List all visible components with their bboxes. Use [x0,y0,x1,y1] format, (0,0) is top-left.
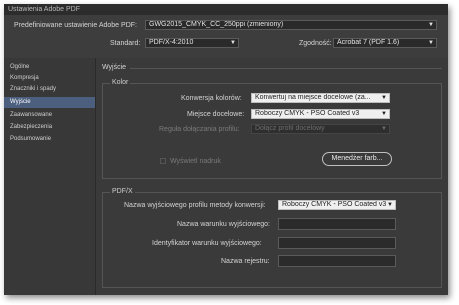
condition-name-label: Nazwa warunku wyjściowego: [177,221,270,228]
sidebar-item-summary[interactable]: Podsumowanie [4,134,95,145]
sidebar-item-security[interactable]: Zabezpieczenia [4,122,95,133]
output-panel: Wyjście Kolor Konwersja kolorów: Konwert… [96,58,448,295]
window-title: Ustawienia Adobe PDF [4,4,448,15]
pdf-settings-dialog: Ustawienia Adobe PDF Predefiniowane usta… [4,4,448,295]
chevron-down-icon: ▼ [428,40,434,46]
compat-value: Acrobat 7 (PDF 1.6) [337,39,400,46]
output-intent-label: Nazwa wyjściowego profilu metody konwers… [124,202,266,209]
standard-label: Standard: [110,40,141,47]
preset-header: Predefiniowane ustawienie Adobe PDF: GWG… [4,15,448,58]
chevron-down-icon: ▼ [381,111,387,117]
standard-value: PDF/X-4:2010 [149,39,194,46]
sidebar-item-advanced[interactable]: Zaawansowane [4,110,95,121]
registry-field[interactable] [278,255,396,267]
profile-policy-select[interactable]: Dołącz profil docelowy ▼ [251,124,390,134]
section-title: Wyjście [102,64,127,71]
compat-label: Zgodność: [299,40,332,47]
color-conversion-select[interactable]: Konwertuj na miejsce docelowe (za... ▼ [251,93,390,103]
destination-select[interactable]: Roboczy CMYK - PSO Coated v3 ▼ [251,109,390,119]
chevron-down-icon: ▼ [230,40,236,46]
chevron-down-icon: ▼ [381,95,387,101]
registry-label: Nazwa rejestru: [221,258,270,265]
section-divider [130,68,442,69]
condition-id-field[interactable] [278,237,396,249]
destination-value: Roboczy CMYK - PSO Coated v3 [255,110,360,117]
sidebar-item-compression[interactable]: Kompresja [4,73,95,84]
sidebar-item-output[interactable]: Wyjście [4,97,95,108]
chevron-down-icon: ▼ [428,22,434,28]
chevron-down-icon: ▼ [387,202,393,208]
standard-select[interactable]: PDF/X-4:2010 ▼ [145,38,239,48]
profile-policy-label: Reguła dołączania profilu: [159,126,240,133]
color-conversion-value: Konwertuj na miejsce docelowe (za... [255,94,371,101]
output-intent-value: Roboczy CMYK - PSO Coated v3 [282,201,387,208]
chevron-down-icon: ▼ [381,126,387,132]
color-conversion-label: Konwersja kolorów: [181,95,242,102]
sidebar: Ogólne Kompresja Znaczniki i spady Wyjśc… [4,58,96,295]
preset-label: Predefiniowane ustawienie Adobe PDF: [14,22,137,29]
profile-policy-value: Dołącz profil docelowy [255,125,325,132]
condition-name-field[interactable] [278,218,396,230]
pdfx-group-title: PDF/X [110,187,135,196]
preset-select[interactable]: GWG2015_CMYK_CC_250ppi (zmieniony) ▼ [145,20,437,30]
preset-value: GWG2015_CMYK_CC_250ppi (zmieniony) [149,21,284,28]
ink-manager-button[interactable]: Menedżer farb... [322,152,392,166]
compat-select[interactable]: Acrobat 7 (PDF 1.6) ▼ [333,38,437,48]
condition-id-label: Identyfikator warunku wyjściowego: [152,240,262,247]
color-group-title: Kolor [110,78,131,87]
sidebar-item-marks-bleeds[interactable]: Znaczniki i spady [4,84,95,95]
sidebar-item-general[interactable]: Ogólne [4,62,95,73]
simulate-overprint-checkbox[interactable] [160,158,166,164]
destination-label: Miejsce docelowe: [187,111,245,118]
output-intent-select[interactable]: Roboczy CMYK - PSO Coated v3 ▼ [278,200,396,210]
simulate-overprint-label: Wyświetl nadruk [170,158,221,165]
